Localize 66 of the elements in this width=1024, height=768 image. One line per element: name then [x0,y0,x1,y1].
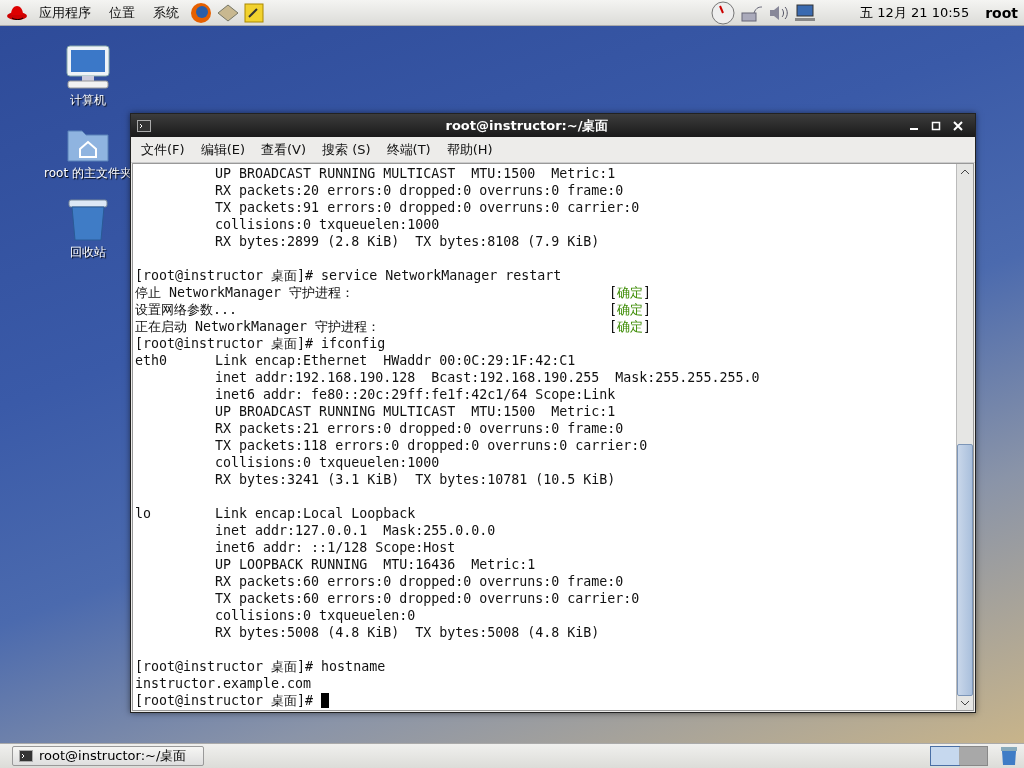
terminal-line: 设置网络参数... [135,301,239,318]
maximize-icon [931,120,941,131]
terminal-icon [137,119,151,132]
terminal-line: eth0 Link encap:Ethernet HWaddr 00:0C:29:1F:42:C1 [135,352,576,369]
browser-icon[interactable] [190,1,212,24]
terminal-line: 正在启动 NetworkManager 守护进程： [135,318,382,335]
cursor [321,693,330,708]
terminal-line: UP BROADCAST RUNNING MULTICAST MTU:1500 Metric:1 [214,403,616,420]
desktop-icon-label[interactable]: 回收站 [70,244,106,261]
menu-item[interactable]: 终端(T) [378,140,439,159]
close-icon [953,120,963,131]
terminal-line: inet6 addr: fe80::20c:29ff:fe1f:42c1/64 Scope:Link [214,386,616,403]
menu-item[interactable]: 帮助(H) [438,140,501,159]
trash-icon[interactable] [1000,746,1018,766]
status-text: [确定] [609,284,652,301]
notepad-icon[interactable] [244,2,264,23]
terminal-line: RX packets:21 errors:0 dropped:0 overruns:0 frame:0 [214,420,624,437]
terminal-prompt: [root@instructor 桌面]# [135,692,315,709]
terminal-line: RX packets:60 errors:0 dropped:0 overruns:0 frame:0 [214,573,624,590]
terminal-line: [root@instructor 桌面]# ifconfig [135,335,386,352]
window-title: root@instructor:~/桌面 [444,116,610,135]
terminal-line: lo Link encap:Local Loopback [135,505,416,522]
status-text: [确定] [609,318,652,335]
terminal-line: inet addr:192.168.190.128 Bcast:192.168.190.255 Mask:255.255.255.0 [214,369,760,386]
terminal-line: collisions:0 txqueuelen:0 [214,607,416,624]
terminal-line: RX packets:20 errors:0 dropped:0 overruns:0 frame:0 [214,182,624,199]
terminal-line: UP LOOPBACK RUNNING MTU:16436 Metric:1 [214,556,536,573]
user-name[interactable]: root [985,4,1018,21]
status-text: [确定] [609,301,652,318]
terminal-line: RX bytes:2899 (2.8 KiB) TX bytes:8108 (7.9 KiB) [214,233,600,250]
terminal-line: TX packets:118 errors:0 dropped:0 overruns:0 carrier:0 [214,437,648,454]
scrollbar-thumb[interactable] [957,444,973,696]
network-computer-icon[interactable] [794,2,817,23]
terminal-line: 停止 NetworkManager 守护进程： [135,284,356,301]
terminal-icon [19,750,33,762]
trash-icon [67,198,109,242]
gauge-icon[interactable] [710,0,737,25]
scrollbar[interactable] [956,164,973,710]
terminal-line: inet addr:127.0.0.1 Mask:255.0.0.0 [214,522,496,539]
panel-menu[interactable]: 应用程序 [32,3,98,22]
minimize-icon [910,127,918,130]
terminal-line: collisions:0 txqueuelen:1000 [214,216,440,233]
terminal-line: RX bytes:3241 (3.1 KiB) TX bytes:10781 (10.5 KiB) [214,471,616,488]
terminal-line: TX packets:60 errors:0 dropped:0 overruns:0 carrier:0 [214,590,640,607]
panel-menu[interactable]: 位置 [102,3,142,22]
menu-item[interactable]: 搜索 (S) [314,140,379,159]
terminal-line: TX packets:91 errors:0 dropped:0 overruns:0 carrier:0 [214,199,640,216]
desktop-icon-label[interactable]: root 的主文件夹 [44,165,132,182]
menu-item[interactable]: 编辑(E) [192,140,253,159]
workspace-switcher[interactable] [931,747,959,765]
terminal-line: [root@instructor 桌面]# service NetworkManager restart [135,267,562,284]
terminal-line: instructor.example.com [135,675,312,692]
menu-item[interactable]: 文件(F) [133,140,193,159]
taskbar-button[interactable]: root@instructor:~/桌面 [12,746,204,766]
menu-item[interactable]: 查看(V) [253,140,315,159]
computer-icon [64,44,112,90]
panel-menu[interactable]: 系统 [146,3,186,22]
desktop-icon-label[interactable]: 计算机 [70,92,106,109]
terminal-line: inet6 addr: ::1/128 Scope:Host [214,539,456,556]
terminal-line: collisions:0 txqueuelen:1000 [214,454,440,471]
terminal-line: RX bytes:5008 (4.8 KiB) TX bytes:5008 (4.8 KiB) [214,624,600,641]
clock[interactable]: 五 12月 21 10:55 [860,3,970,22]
terminal-line: UP BROADCAST RUNNING MULTICAST MTU:1500 Metric:1 [214,165,616,182]
terminal-line: [root@instructor 桌面]# hostname [135,658,386,675]
hat-logo-icon[interactable] [6,3,28,22]
workspace-switcher[interactable] [959,747,987,765]
